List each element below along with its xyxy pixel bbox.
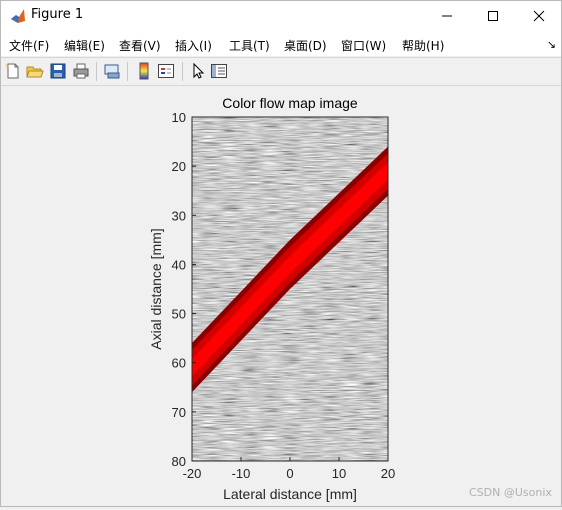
title-bar: Figure 1: [0, 0, 562, 32]
menu-desktop[interactable]: 桌面(D): [284, 37, 327, 54]
toolbar-separator: [96, 62, 97, 81]
x-axis-label: Lateral distance [mm]: [223, 486, 357, 502]
menu-edit[interactable]: 编辑(E): [64, 37, 105, 54]
watermark: CSDN @Usonix: [469, 486, 552, 499]
menu-view[interactable]: 查看(V): [119, 37, 161, 54]
link-plot-icon[interactable]: [103, 62, 121, 80]
matlab-icon: [11, 9, 25, 23]
y-tick-label: 30: [172, 208, 186, 223]
y-axis-label: Axial distance [mm]: [148, 228, 164, 349]
menu-tools[interactable]: 工具(T): [229, 37, 270, 54]
maximize-icon: [488, 11, 498, 21]
close-icon: [533, 10, 545, 22]
print-icon[interactable]: [72, 62, 90, 80]
y-tick-label: 10: [172, 110, 186, 125]
y-tick-label: 80: [172, 454, 186, 469]
y-tick-label: 60: [172, 356, 186, 371]
minimize-button[interactable]: [424, 0, 470, 32]
x-tick-label: 0: [286, 466, 293, 481]
toolbar-separator: [182, 62, 183, 81]
y-tick-label: 40: [172, 257, 186, 272]
close-button[interactable]: [516, 0, 562, 32]
property-editor-icon[interactable]: [210, 62, 228, 80]
toolbar-separator: [127, 62, 128, 81]
colorbar-icon[interactable]: [135, 62, 153, 80]
x-tick-label: 20: [381, 466, 395, 481]
y-tick-label: 20: [172, 159, 186, 174]
menu-help[interactable]: 帮助(H): [402, 37, 444, 54]
y-tick-label: 50: [172, 307, 186, 322]
menu-overflow-icon[interactable]: ↘: [547, 38, 556, 51]
menu-window[interactable]: 窗口(W): [341, 37, 386, 54]
menu-file[interactable]: 文件(F): [9, 37, 49, 54]
figure-canvas: -20 -10 0 10 20 10 20 30 40 50 60 70 80 Color flow ma…: [1, 86, 561, 506]
menu-bar: 文件(F) 编辑(E) 查看(V) 插入(I) 工具(T) 桌面(D) 窗口(W…: [0, 32, 562, 56]
chart-plot: -20 -10 0 10 201020304050607080Color flow ma…: [148, 95, 395, 502]
new-figure-icon[interactable]: [4, 62, 22, 80]
open-file-icon[interactable]: [26, 62, 44, 80]
save-icon[interactable]: [49, 62, 67, 80]
legend-icon[interactable]: [157, 62, 175, 80]
minimize-icon: [442, 15, 452, 17]
pointer-icon[interactable]: [189, 62, 207, 80]
y-tick-label: 70: [172, 405, 186, 420]
x-tick-label: 10: [332, 466, 346, 481]
chart-title: Color flow map image: [222, 95, 358, 111]
window-title: Figure 1: [31, 7, 84, 22]
x-tick-label: -10: [232, 466, 251, 481]
menu-insert[interactable]: 插入(I): [175, 37, 212, 54]
maximize-button[interactable]: [470, 0, 516, 32]
toolbar: [0, 57, 562, 86]
